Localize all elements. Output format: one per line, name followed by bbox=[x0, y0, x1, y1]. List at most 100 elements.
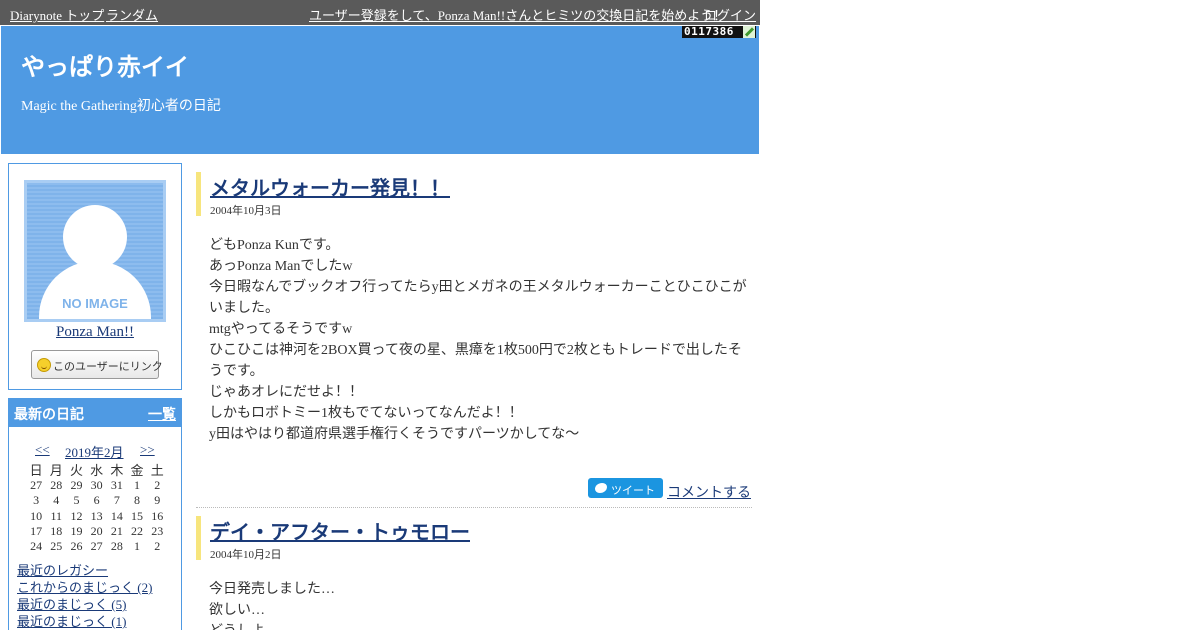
entry-title-link[interactable]: デイ・アフター・トゥモロー bbox=[210, 522, 470, 544]
entry-body-line: どうしよ… bbox=[209, 621, 752, 630]
calendar-day: 10 bbox=[30, 508, 43, 523]
calendar-day: 2 bbox=[154, 539, 161, 554]
calendar-day: 30 bbox=[90, 478, 103, 493]
profile-name-link[interactable]: Ponza Man!! bbox=[56, 324, 134, 340]
calendar-day: 28 bbox=[110, 539, 123, 554]
entry-title: デイ・アフター・トゥモロー bbox=[210, 516, 470, 545]
weekday-fri: 金 bbox=[130, 463, 144, 479]
calendar-week-row: 10 11 12 13 14 15 16 bbox=[26, 509, 167, 524]
calendar-day: 6 bbox=[93, 493, 100, 508]
calendar-day: 13 bbox=[90, 508, 103, 523]
comment-link[interactable]: コメントする bbox=[667, 482, 751, 502]
avatar[interactable]: NO IMAGE bbox=[24, 180, 166, 322]
no-image-label: NO IMAGE bbox=[62, 296, 128, 311]
profile-name-container: Ponza Man!! bbox=[9, 324, 181, 341]
diarynote-home-link[interactable]: Diarynote トップ bbox=[10, 5, 104, 24]
recent-diary-box: 最新の日記 一覧 << 2019年2月 >> 日 月 火 水 木 金 土 27 … bbox=[8, 398, 182, 630]
entry-body-line: しかもロボトミー1枚もでてないってなんだよ！！ bbox=[209, 406, 523, 421]
entry-body-line: y田はやはり都道府県選手権行くそうですパーツかしてな〜 bbox=[209, 427, 580, 442]
tweet-button-label: ツイート bbox=[611, 485, 655, 497]
calendar-day: 2 bbox=[154, 478, 161, 493]
weekday-sat: 土 bbox=[150, 463, 164, 479]
recent-entry-link[interactable]: 最近のまじっく (1) bbox=[17, 613, 152, 630]
pencil-icon[interactable] bbox=[743, 26, 755, 38]
entry-title-link[interactable]: メタルウォーカー発見！！ bbox=[210, 178, 450, 200]
calendar-day: 21 bbox=[110, 523, 123, 538]
blog-header: 0117386 やっぱり赤イイ Magic the Gathering初心者の日… bbox=[1, 26, 759, 154]
calendar-day: 27 bbox=[90, 539, 103, 554]
access-counter-value: 0117386 bbox=[684, 25, 734, 38]
weekday-mon: 月 bbox=[49, 463, 63, 479]
calendar-day: 24 bbox=[30, 539, 43, 554]
entry-body-line: 欲しい… bbox=[209, 603, 265, 618]
link-to-user-label: このユーザーにリンク bbox=[53, 361, 163, 373]
calendar-prev-link[interactable]: << bbox=[35, 442, 50, 458]
recent-entry-link[interactable]: これからのまじっく (2) bbox=[17, 579, 152, 596]
weekday-sun: 日 bbox=[29, 463, 43, 479]
blog-title: やっぱり赤イイ bbox=[21, 55, 189, 81]
weekday-wed: 水 bbox=[90, 463, 104, 479]
avatar-head-shape bbox=[63, 205, 127, 269]
calendar-day: 20 bbox=[90, 523, 103, 538]
twitter-bird-icon bbox=[595, 483, 607, 493]
recent-entries-list: 最近のレガシー これからのまじっく (2) 最近のまじっく (5) 最近のまじっ… bbox=[17, 562, 152, 630]
calendar-day: 28 bbox=[50, 478, 63, 493]
calendar-day: 12 bbox=[70, 508, 83, 523]
calendar-day: 16 bbox=[151, 508, 164, 523]
entry-body-line: どもPonza Kunです。 bbox=[209, 238, 340, 253]
entry-body-line: 今日暇なんでブックオフ行ってたらy田とメガネの王メタルウォーカーことひこひこがい… bbox=[209, 280, 747, 316]
calendar-day: 11 bbox=[50, 508, 63, 523]
entry-body-line: 今日発売しました… bbox=[209, 582, 335, 597]
calendar-day: 1 bbox=[134, 539, 141, 554]
calendar-next-link[interactable]: >> bbox=[140, 442, 155, 458]
random-link[interactable]: ランダム bbox=[106, 5, 158, 24]
entry-body-line: mtgやってるそうですw bbox=[209, 322, 353, 337]
profile-box: NO IMAGE Ponza Man!! このユーザーにリンク bbox=[8, 163, 182, 390]
entry-body-line: あっPonza Manでしたw bbox=[209, 259, 353, 274]
entry-body-line: ひこひこは神河を2BOX買って夜の星、黒瘴を1枚500円で2枚ともトレードで出し… bbox=[209, 343, 742, 379]
calendar-day: 5 bbox=[73, 493, 80, 508]
entry-body: 今日発売しました… 欲しい… どうしよ… bbox=[209, 579, 752, 630]
recent-entry-link[interactable]: 最近のレガシー bbox=[17, 562, 152, 579]
calendar-month-link[interactable]: 2019年2月 bbox=[65, 442, 124, 461]
calendar-day: 29 bbox=[70, 478, 83, 493]
blog-subtitle: Magic the Gathering初心者の日記 bbox=[21, 99, 221, 114]
entry-title-accent bbox=[196, 172, 201, 216]
calendar-day: 18 bbox=[50, 523, 63, 538]
calendar-day: 25 bbox=[50, 539, 63, 554]
entry-date: 2004年10月3日 bbox=[210, 205, 282, 217]
recent-entry-link[interactable]: 最近のまじっく (5) bbox=[17, 596, 152, 613]
calendar-day: 23 bbox=[151, 523, 164, 538]
diary-list-link[interactable]: 一覧 bbox=[148, 404, 176, 424]
calendar-day: 14 bbox=[110, 508, 123, 523]
calendar-day: 3 bbox=[33, 493, 40, 508]
calendar-day: 9 bbox=[154, 493, 161, 508]
login-link[interactable]: ログイン bbox=[704, 5, 756, 24]
calendar-day: 8 bbox=[134, 493, 141, 508]
calendar-weekday-row: 日 月 火 水 木 金 土 bbox=[26, 463, 167, 478]
calendar-week-row: 24 25 26 27 28 1 2 bbox=[26, 539, 167, 554]
calendar-day: 27 bbox=[30, 478, 43, 493]
calendar-day: 26 bbox=[70, 539, 83, 554]
calendar-day: 17 bbox=[30, 523, 43, 538]
calendar-week-row: 27 28 29 30 31 1 2 bbox=[26, 478, 167, 493]
entry-title: メタルウォーカー発見！！ bbox=[210, 172, 450, 201]
entry-date: 2004年10月2日 bbox=[210, 549, 282, 561]
signup-link[interactable]: ユーザー登録をして、Ponza Man!!さんとヒミツの交換日記を始めよう！ bbox=[309, 5, 726, 24]
tweet-button[interactable]: ツイート bbox=[588, 478, 663, 498]
calendar-day: 22 bbox=[131, 523, 144, 538]
diary-entry: メタルウォーカー発見！！ 2004年10月3日 どもPonza Kunです。 あ… bbox=[196, 172, 752, 507]
calendar-day: 31 bbox=[110, 478, 123, 493]
calendar-day: 15 bbox=[131, 508, 144, 523]
calendar-day: 19 bbox=[70, 523, 83, 538]
calendar-day: 7 bbox=[113, 493, 120, 508]
smiley-icon bbox=[37, 358, 51, 372]
weekday-thu: 木 bbox=[110, 463, 124, 479]
entry-body-line: じゃあオレにだせよ！！ bbox=[209, 385, 363, 400]
diary-entry: デイ・アフター・トゥモロー 2004年10月2日 今日発売しました… 欲しい… … bbox=[196, 516, 752, 630]
weekday-tue: 火 bbox=[69, 463, 83, 479]
entry-title-accent bbox=[196, 516, 201, 560]
calendar-day: 4 bbox=[53, 493, 60, 508]
link-to-user-button[interactable]: このユーザーにリンク bbox=[31, 350, 163, 379]
entry-divider bbox=[196, 507, 752, 508]
